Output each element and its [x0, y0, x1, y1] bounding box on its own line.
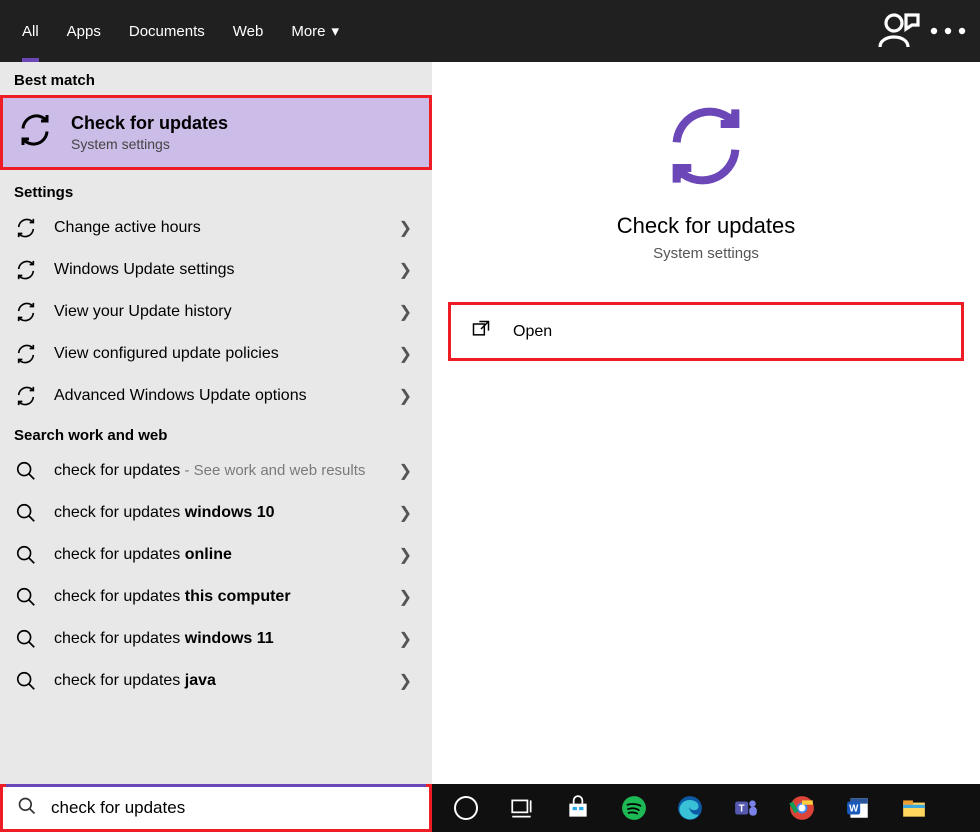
item-label: check for updates windows 10	[54, 504, 383, 522]
chevron-right-icon: ❯	[399, 545, 418, 565]
spotify-icon[interactable]	[608, 788, 660, 828]
store-icon[interactable]	[552, 788, 604, 828]
detail-title: Check for updates	[432, 213, 980, 239]
item-label: View configured update policies	[54, 345, 383, 363]
item-label: Advanced Windows Update options	[54, 387, 383, 405]
section-best-match: Best match	[0, 62, 432, 95]
web-search-item[interactable]: check for updates this computer ❯	[0, 576, 432, 618]
search-icon	[14, 502, 38, 524]
open-label: Open	[513, 323, 552, 341]
tab-apps[interactable]: Apps	[53, 0, 115, 62]
chevron-right-icon: ❯	[399, 671, 418, 691]
word-icon[interactable]: W	[832, 788, 884, 828]
results-panel: Best match Check for updates System sett…	[0, 62, 432, 784]
sync-icon	[17, 112, 53, 153]
tab-documents[interactable]: Documents	[115, 0, 219, 62]
section-settings: Settings	[0, 174, 432, 207]
tab-web[interactable]: Web	[219, 0, 278, 62]
item-label: Change active hours	[54, 219, 383, 237]
search-icon	[14, 544, 38, 566]
item-label: View your Update history	[54, 303, 383, 321]
web-search-item[interactable]: check for updates windows 10 ❯	[0, 492, 432, 534]
item-label: check for updates online	[54, 546, 383, 564]
chevron-right-icon: ❯	[399, 218, 418, 238]
task-view-icon[interactable]	[496, 788, 548, 828]
tab-more[interactable]: More▾	[277, 0, 353, 62]
sync-icon	[14, 301, 38, 323]
search-icon	[17, 796, 37, 821]
sync-icon	[14, 259, 38, 281]
detail-panel: Check for updates System settings Open	[432, 62, 980, 784]
more-options-icon[interactable]	[924, 0, 972, 62]
item-label: check for updates - See work and web res…	[54, 462, 383, 480]
sync-icon	[14, 343, 38, 365]
svg-text:W: W	[849, 803, 859, 814]
settings-item[interactable]: View your Update history ❯	[0, 291, 432, 333]
item-label: check for updates this computer	[54, 588, 383, 606]
teams-icon[interactable]: T	[720, 788, 772, 828]
settings-item[interactable]: Change active hours ❯	[0, 207, 432, 249]
settings-item[interactable]: Advanced Windows Update options ❯	[0, 375, 432, 417]
search-box[interactable]	[0, 784, 432, 832]
search-input[interactable]	[51, 798, 415, 818]
search-filter-bar: All Apps Documents Web More▾	[0, 0, 980, 62]
edge-icon[interactable]	[664, 788, 716, 828]
chevron-right-icon: ❯	[399, 260, 418, 280]
svg-text:T: T	[739, 803, 745, 814]
chevron-right-icon: ❯	[399, 386, 418, 406]
chevron-right-icon: ❯	[399, 587, 418, 607]
search-icon	[14, 670, 38, 692]
tab-all[interactable]: All	[8, 0, 53, 62]
web-search-item[interactable]: check for updates java ❯	[0, 660, 432, 702]
search-icon	[14, 460, 38, 482]
chrome-icon[interactable]	[776, 788, 828, 828]
web-search-item[interactable]: check for updates online ❯	[0, 534, 432, 576]
section-search-web: Search work and web	[0, 417, 432, 450]
best-match-result[interactable]: Check for updates System settings	[0, 95, 432, 170]
chevron-right-icon: ❯	[399, 344, 418, 364]
feedback-icon[interactable]	[876, 0, 924, 62]
chevron-right-icon: ❯	[399, 461, 418, 481]
chevron-down-icon: ▾	[332, 22, 340, 40]
chevron-right-icon: ❯	[399, 629, 418, 649]
web-search-item[interactable]: check for updates windows 11 ❯	[0, 618, 432, 660]
detail-subtitle: System settings	[432, 245, 980, 262]
search-icon	[14, 628, 38, 650]
open-icon	[471, 319, 491, 344]
open-button[interactable]: Open	[448, 302, 964, 361]
settings-item[interactable]: View configured update policies ❯	[0, 333, 432, 375]
chevron-right-icon: ❯	[399, 302, 418, 322]
item-label: check for updates windows 11	[54, 630, 383, 648]
explorer-icon[interactable]	[888, 788, 940, 828]
sync-icon	[432, 102, 980, 195]
sync-icon	[14, 385, 38, 407]
item-label: Windows Update settings	[54, 261, 383, 279]
item-label: check for updates java	[54, 672, 383, 690]
search-icon	[14, 586, 38, 608]
taskbar: T W	[432, 784, 980, 832]
chevron-right-icon: ❯	[399, 503, 418, 523]
cortana-icon[interactable]	[440, 788, 492, 828]
best-match-subtitle: System settings	[71, 136, 228, 152]
settings-item[interactable]: Windows Update settings ❯	[0, 249, 432, 291]
best-match-title: Check for updates	[71, 113, 228, 134]
sync-icon	[14, 217, 38, 239]
web-search-item[interactable]: check for updates - See work and web res…	[0, 450, 432, 492]
